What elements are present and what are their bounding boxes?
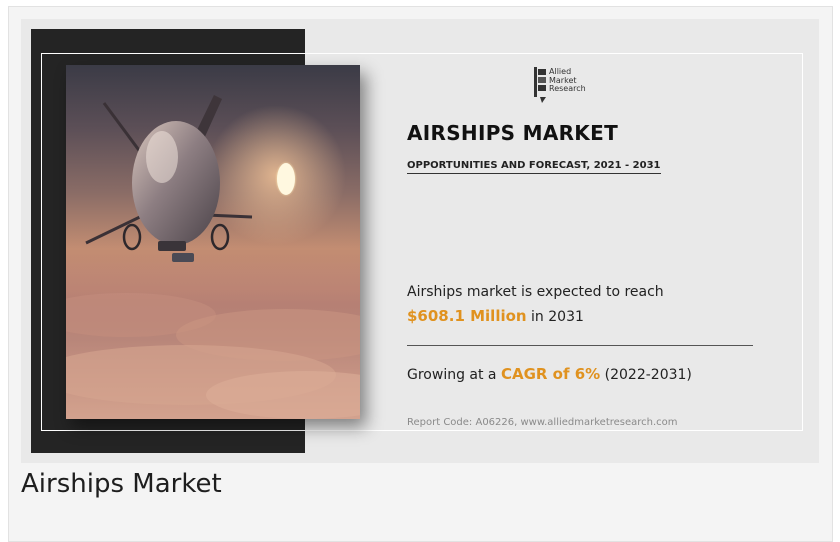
growth-line: Growing at a CAGR of 6% (2022-2031): [407, 365, 692, 383]
infographic-subtitle: OPPORTUNITIES AND FORECAST, 2021 - 2031: [407, 160, 661, 174]
image-caption: Airships Market: [21, 469, 222, 499]
growth-prefix: Growing at a: [407, 367, 501, 383]
logo-wordmark: Allied Market Research: [549, 67, 619, 94]
image-card: Allied Market Research AIRSHIPS MARKET O…: [8, 6, 833, 542]
market-value-year: in 2031: [526, 309, 584, 325]
market-value-line: $608.1 Million in 2031: [407, 307, 584, 325]
market-infographic[interactable]: Allied Market Research AIRSHIPS MARKET O…: [21, 19, 819, 463]
airship-photo: [66, 65, 360, 419]
infographic-title: AIRSHIPS MARKET: [407, 121, 619, 145]
section-divider: [407, 345, 753, 346]
cagr-value: CAGR of 6%: [500, 365, 601, 383]
growth-period: (2022-2031): [600, 367, 692, 383]
market-value: $608.1 Million: [407, 307, 527, 325]
company-logo: Allied Market Research: [534, 67, 614, 103]
market-reach-text: Airships market is expected to reach: [407, 284, 664, 300]
logo-line-3: Research: [549, 84, 586, 93]
allied-market-research-logo-icon: [534, 67, 546, 103]
report-code: Report Code: A06226, www.alliedmarketres…: [407, 417, 678, 428]
airship-illustration: [66, 95, 360, 419]
